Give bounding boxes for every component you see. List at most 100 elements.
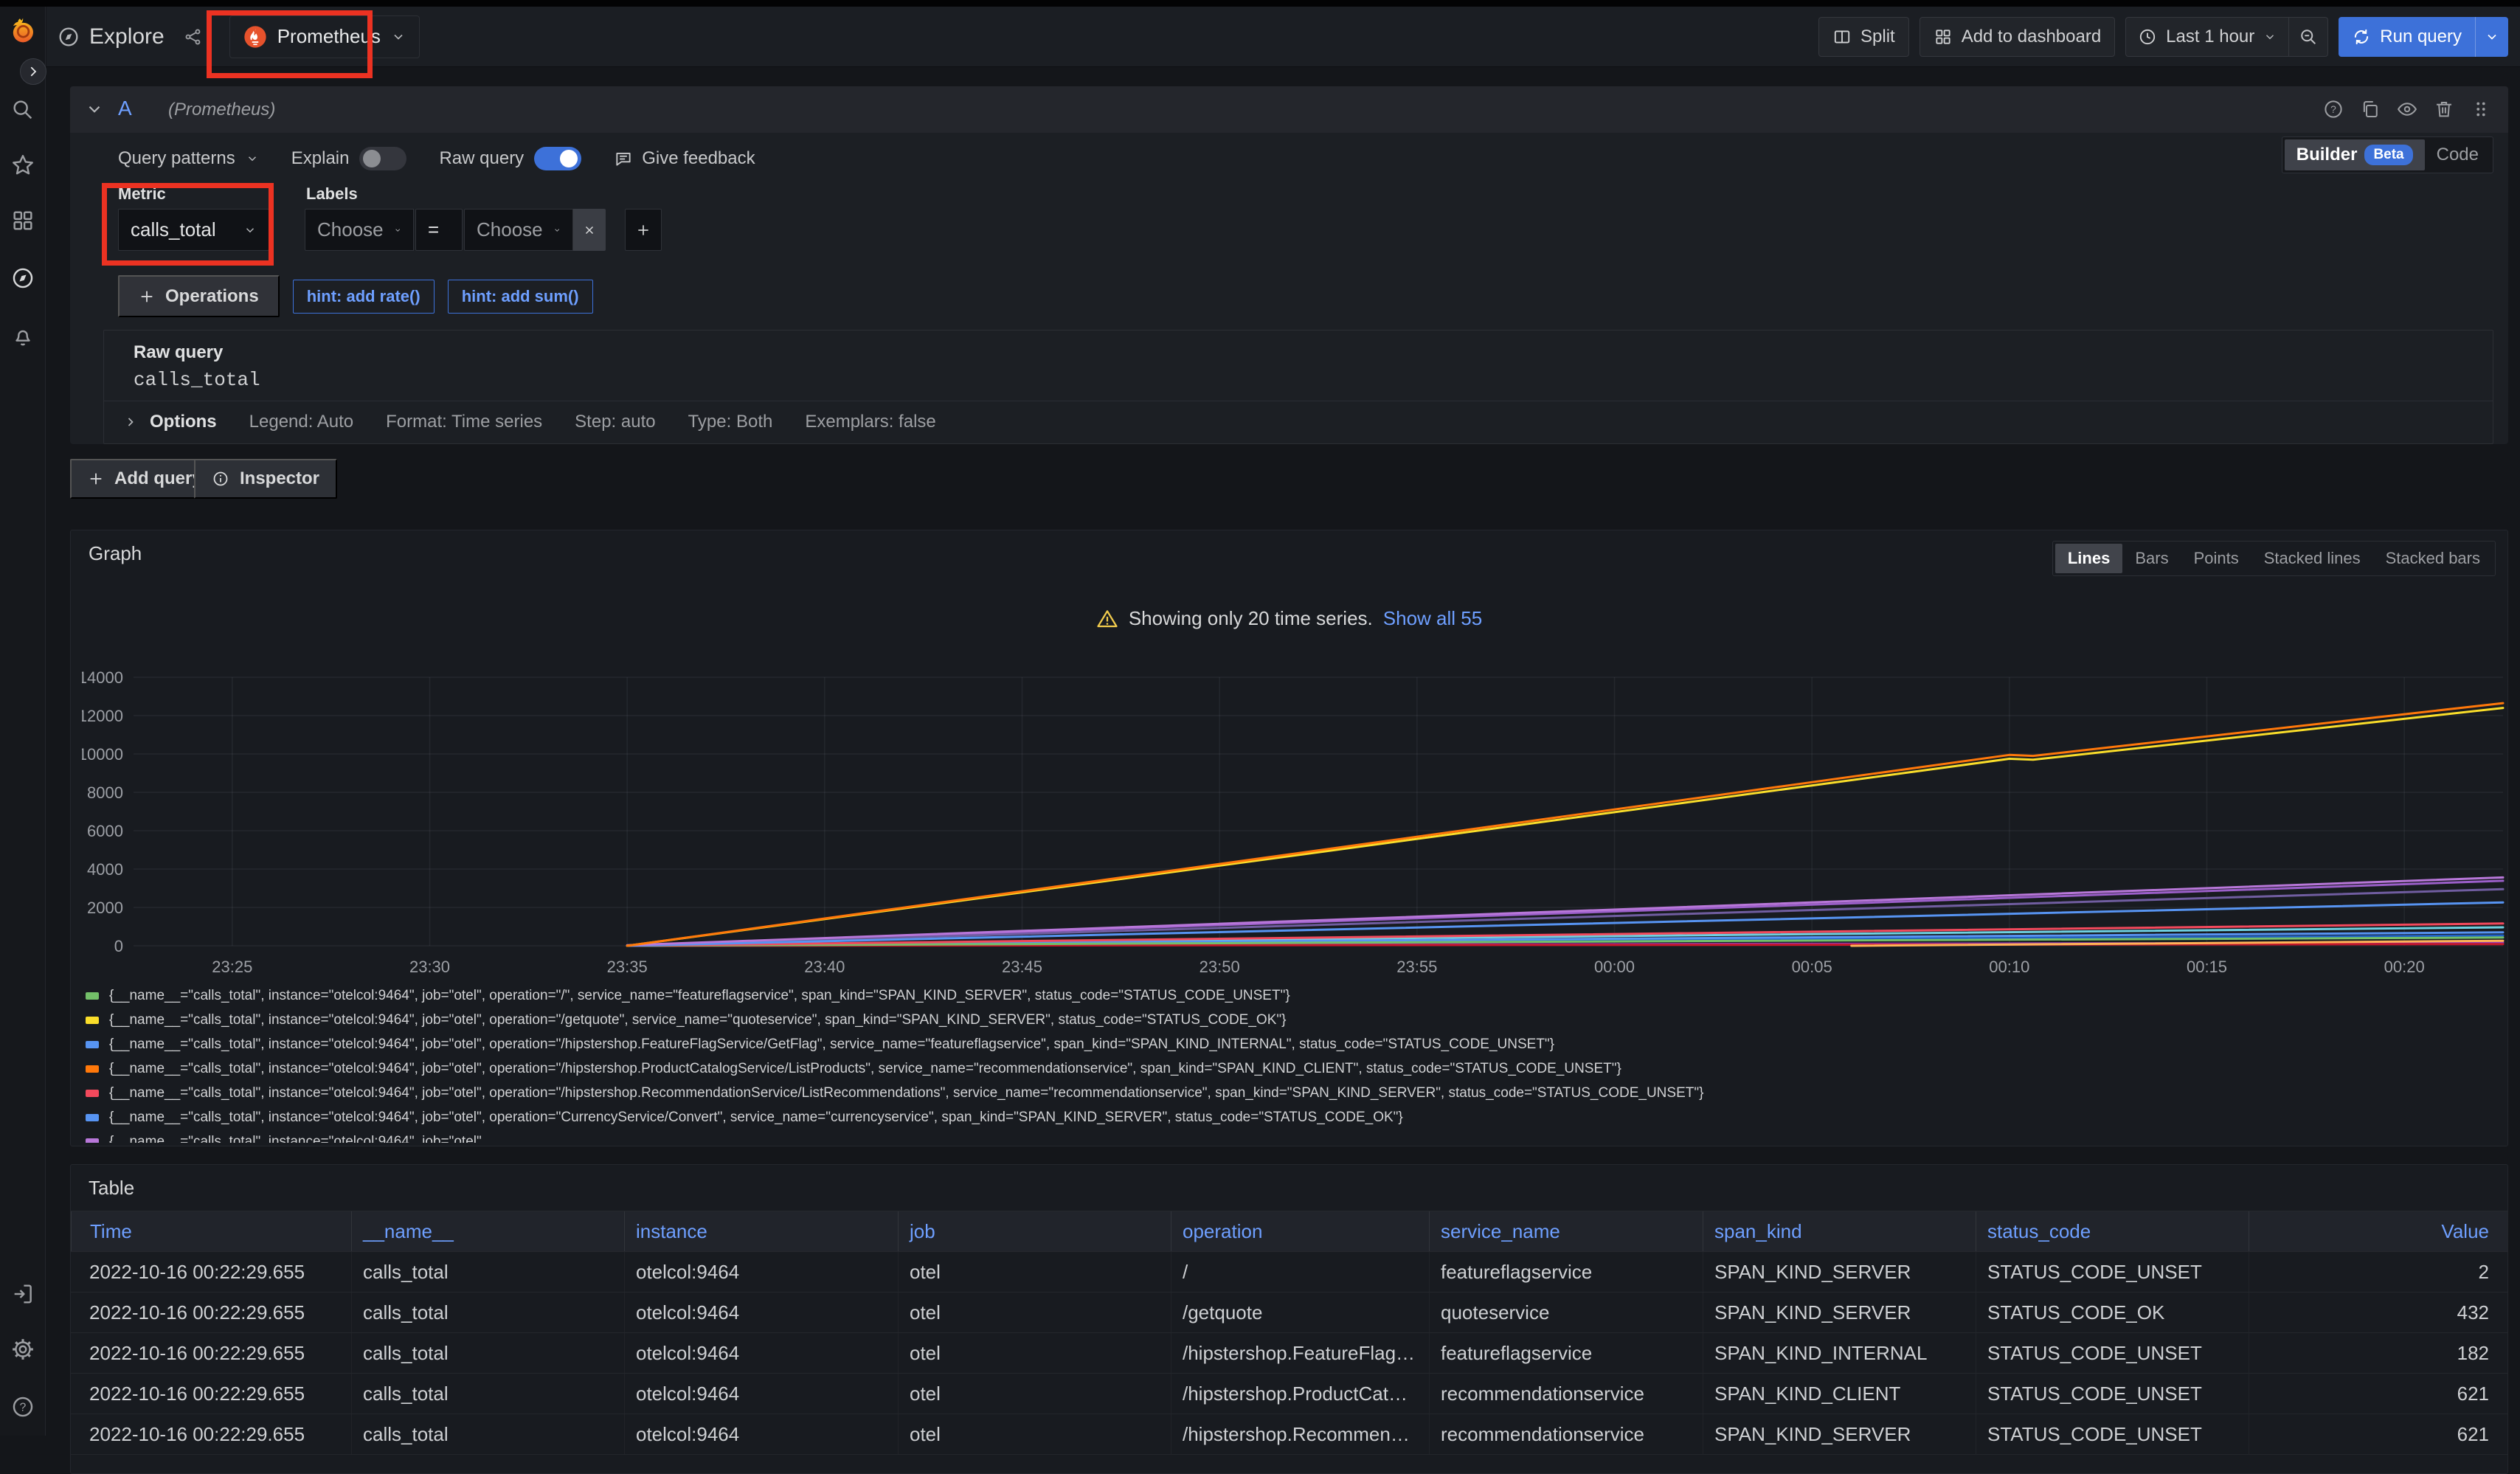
tab-stacked-bars[interactable]: Stacked bars bbox=[2373, 544, 2493, 573]
table-cell: SPAN_KIND_SERVER bbox=[1703, 1414, 1976, 1454]
give-feedback-button[interactable]: Give feedback bbox=[614, 148, 755, 169]
label-key-select[interactable]: Choose bbox=[305, 209, 414, 251]
query-ref-id[interactable]: A bbox=[118, 97, 132, 120]
column-header-operation[interactable]: operation bbox=[1171, 1211, 1429, 1251]
legend-series-label: {__name__="calls_total", instance="otelc… bbox=[109, 1012, 1286, 1028]
labels-field-label: Labels bbox=[306, 184, 358, 204]
prometheus-icon bbox=[243, 25, 267, 49]
metric-select[interactable]: calls_total bbox=[118, 209, 269, 251]
legend-color-marker bbox=[86, 1090, 99, 1097]
explore-compass-icon[interactable] bbox=[10, 266, 35, 291]
show-all-series-link[interactable]: Show all 55 bbox=[1383, 607, 1482, 630]
remove-query-trash-icon[interactable] bbox=[2433, 98, 2455, 120]
legend-item[interactable]: {__name__="calls_total", instance="otelc… bbox=[86, 1008, 2497, 1032]
query-row-header: A (Prometheus) ? bbox=[70, 86, 2508, 133]
info-circle-icon bbox=[212, 470, 229, 488]
code-mode-tab[interactable]: Code bbox=[2425, 139, 2490, 170]
legend-item[interactable]: {__name__="calls_total", instance="otelc… bbox=[86, 1032, 2497, 1056]
add-operation-button[interactable]: Operations bbox=[118, 275, 280, 317]
raw-query-toggle[interactable] bbox=[534, 147, 581, 170]
remove-label-filter-button[interactable] bbox=[573, 209, 606, 251]
column-header-spankind[interactable]: span_kind bbox=[1703, 1211, 1976, 1251]
copy-query-icon[interactable] bbox=[2359, 98, 2381, 120]
table-cell: recommendationservice bbox=[1429, 1374, 1703, 1414]
column-header-job[interactable]: job bbox=[898, 1211, 1171, 1251]
table-cell: /getquote bbox=[1171, 1293, 1429, 1332]
time-range-label: Last 1 hour bbox=[2166, 27, 2254, 47]
plus-icon bbox=[636, 223, 651, 238]
add-label-filter-button[interactable] bbox=[625, 209, 662, 251]
tab-lines[interactable]: Lines bbox=[2055, 544, 2122, 573]
inspector-button[interactable]: Inspector bbox=[194, 459, 337, 499]
table-cell: otelcol:9464 bbox=[624, 1414, 898, 1454]
column-header-servicename[interactable]: service_name bbox=[1429, 1211, 1703, 1251]
chevron-right-icon bbox=[123, 415, 138, 429]
graph-legend: {__name__="calls_total", instance="otelc… bbox=[86, 983, 2497, 1143]
legend-item[interactable]: {__name__="calls_total", instance="otelc… bbox=[86, 1105, 2497, 1129]
table-cell: calls_total bbox=[351, 1252, 624, 1292]
timeseries-chart[interactable]: 0200040006000800010000120001400023:2523:… bbox=[82, 668, 2509, 982]
hint-add-sum-button[interactable]: hint: add sum() bbox=[448, 280, 593, 314]
add-to-dashboard-button[interactable]: Add to dashboard bbox=[1920, 17, 2115, 57]
time-range-button[interactable]: Last 1 hour bbox=[2126, 18, 2288, 56]
legend-item[interactable]: {__name__="calls_total", instance="otelc… bbox=[86, 983, 2497, 1008]
explain-toggle[interactable] bbox=[359, 147, 406, 170]
builder-mode-tab[interactable]: Builder Beta bbox=[2285, 139, 2425, 170]
x-axis-tick-label: 23:25 bbox=[212, 958, 252, 976]
table-row: 2022-10-16 00:22:29.655calls_totalotelco… bbox=[71, 1333, 2507, 1374]
search-icon[interactable] bbox=[10, 97, 35, 122]
tab-bars[interactable]: Bars bbox=[2122, 544, 2181, 573]
hide-response-eye-icon[interactable] bbox=[2396, 98, 2418, 120]
table-cell: STATUS_CODE_UNSET bbox=[1976, 1333, 2249, 1373]
table-cell: otelcol:9464 bbox=[624, 1374, 898, 1414]
legend-item[interactable]: {__name__="calls_total", instance="otelc… bbox=[86, 1129, 2497, 1143]
split-columns-icon bbox=[1832, 27, 1852, 46]
add-query-label: Add query bbox=[114, 468, 202, 489]
zoom-out-button[interactable] bbox=[2288, 18, 2327, 56]
sidebar-expand-button[interactable] bbox=[20, 58, 46, 85]
collapse-chevron-icon[interactable] bbox=[85, 100, 104, 119]
hint-add-rate-button[interactable]: hint: add rate() bbox=[293, 280, 435, 314]
column-header-time[interactable]: Time bbox=[71, 1211, 351, 1251]
help-circle-icon[interactable]: ? bbox=[2322, 98, 2344, 120]
run-query-dropdown-button[interactable] bbox=[2475, 17, 2508, 57]
column-header-name[interactable]: __name__ bbox=[351, 1211, 624, 1251]
split-button[interactable]: Split bbox=[1818, 17, 1909, 57]
query-options-row[interactable]: Options Legend: Auto Format: Time series… bbox=[103, 401, 2493, 444]
column-header-instance[interactable]: instance bbox=[624, 1211, 898, 1251]
legend-item[interactable]: {__name__="calls_total", instance="otelc… bbox=[86, 1056, 2497, 1081]
run-query-button[interactable]: Run query bbox=[2339, 17, 2475, 57]
nav-left: Explore Prometheus bbox=[46, 15, 420, 58]
y-axis-tick-label: 10000 bbox=[82, 745, 123, 764]
split-label: Split bbox=[1860, 27, 1895, 47]
chart-canvas[interactable]: 0200040006000800010000120001400023:2523:… bbox=[82, 668, 2509, 982]
help-icon[interactable]: ? bbox=[10, 1394, 35, 1419]
query-patterns-dropdown[interactable]: Query patterns bbox=[118, 148, 259, 169]
favorites-star-icon[interactable] bbox=[10, 153, 35, 178]
share-icon[interactable] bbox=[184, 27, 203, 46]
label-key-placeholder: Choose bbox=[317, 218, 384, 241]
tab-points[interactable]: Points bbox=[2181, 544, 2251, 573]
tab-stacked-lines[interactable]: Stacked lines bbox=[2251, 544, 2373, 573]
zoom-out-icon bbox=[2298, 27, 2319, 47]
chevron-down-icon bbox=[449, 224, 450, 236]
run-query-group: Run query bbox=[2339, 17, 2508, 57]
grafana-logo-icon[interactable] bbox=[7, 15, 38, 46]
sign-in-icon[interactable] bbox=[10, 1281, 35, 1307]
table-row: 2022-10-16 00:22:29.655calls_totalotelco… bbox=[71, 1414, 2507, 1455]
column-header-value[interactable]: Value bbox=[2249, 1211, 2507, 1251]
query-datasource-hint: (Prometheus) bbox=[168, 100, 275, 120]
dashboards-icon[interactable] bbox=[10, 208, 35, 233]
comment-icon bbox=[614, 149, 633, 168]
apps-grid-icon bbox=[1934, 27, 1953, 46]
datasource-picker[interactable]: Prometheus bbox=[229, 15, 420, 58]
label-operator-select[interactable]: = bbox=[415, 209, 463, 251]
column-header-statuscode[interactable]: status_code bbox=[1976, 1211, 2249, 1251]
legend-item[interactable]: {__name__="calls_total", instance="otelc… bbox=[86, 1081, 2497, 1105]
chevron-down-icon bbox=[243, 224, 257, 237]
label-value-select[interactable]: Choose bbox=[464, 209, 573, 251]
drag-handle-icon[interactable] bbox=[2470, 98, 2492, 120]
alerting-bell-icon[interactable] bbox=[10, 324, 35, 349]
add-to-dashboard-label: Add to dashboard bbox=[1962, 27, 2101, 47]
settings-gear-icon[interactable] bbox=[10, 1337, 35, 1362]
